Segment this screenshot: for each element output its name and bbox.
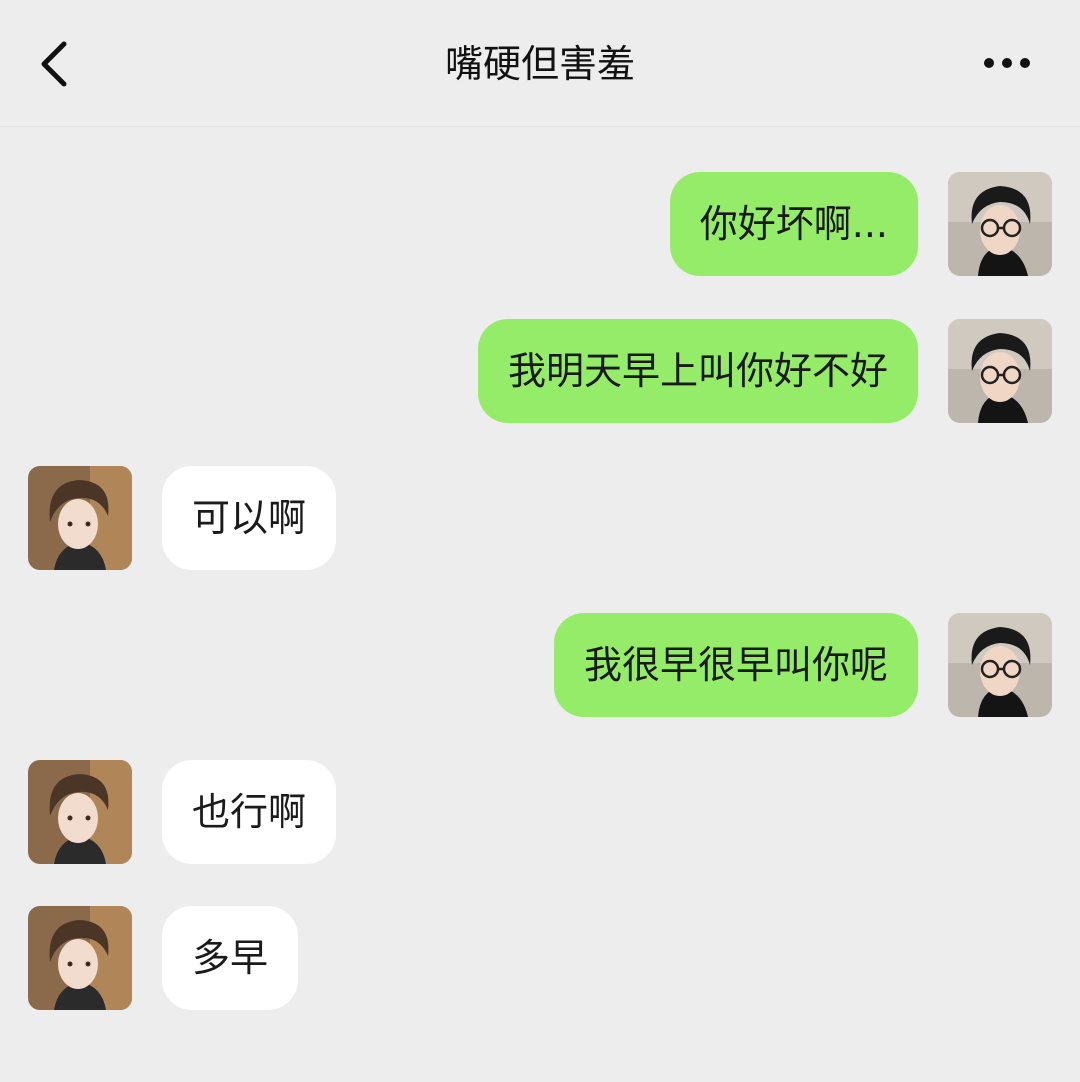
user-avatar-icon [948,613,1052,717]
sent-message-bubble[interactable]: 我明天早上叫你好不好 [477,319,918,423]
chat-header: 嘴硬但害羞 [0,0,1080,127]
contact-avatar-icon [28,466,132,570]
chevron-left-icon [41,41,67,87]
user-avatar-icon [948,172,1052,276]
chat-title: 嘴硬但害羞 [444,42,635,86]
more-dots-icon [984,58,1030,68]
contact-avatar-icon [28,906,132,1010]
message-row-received: 也行啊 [0,760,1080,864]
message-row-received: 可以啊 [0,466,1080,570]
sent-message-bubble[interactable]: 你好坏啊... [669,172,918,276]
message-row-sent: 你好坏啊... [0,172,1080,276]
contact-avatar[interactable] [28,466,132,570]
received-message-bubble[interactable]: 可以啊 [162,466,337,570]
user-avatar-icon [948,319,1052,423]
received-message-bubble[interactable]: 多早 [162,906,299,1010]
message-row-sent: 我很早很早叫你呢 [0,613,1080,717]
my-avatar[interactable] [948,319,1052,423]
contact-avatar[interactable] [28,906,132,1010]
my-avatar[interactable] [948,172,1052,276]
contact-avatar-icon [28,760,132,864]
message-row-sent: 我明天早上叫你好不好 [0,319,1080,423]
my-avatar[interactable] [948,613,1052,717]
received-message-bubble[interactable]: 也行啊 [162,760,337,864]
sent-message-bubble[interactable]: 我很早很早叫你呢 [553,613,918,717]
contact-avatar[interactable] [28,760,132,864]
message-row-received: 多早 [0,906,1080,1010]
back-button[interactable] [30,36,80,92]
more-options-button[interactable] [972,40,1042,86]
